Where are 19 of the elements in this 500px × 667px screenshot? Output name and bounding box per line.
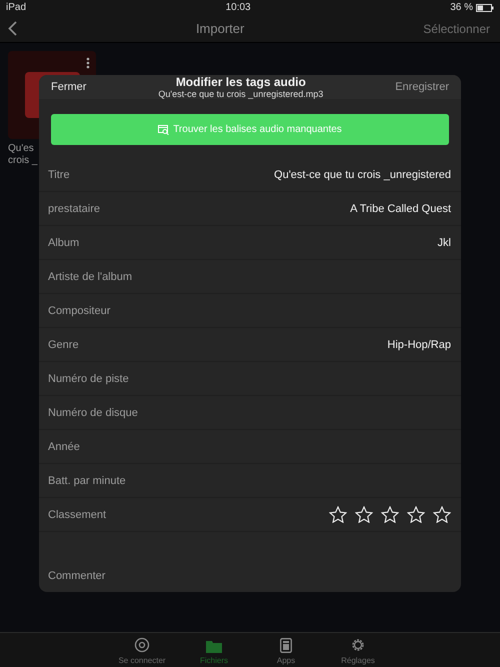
device-name: iPad [6, 2, 26, 13]
field-label: Album [48, 236, 80, 248]
file-name: Qu'est-ce que tu crois _unregistered.mp3 [158, 89, 324, 99]
field-label: Artiste de l'album [48, 270, 132, 282]
field-label: Titre [48, 168, 70, 180]
field-label: Commenter [48, 570, 106, 582]
file-name: Qu'es crois _ [8, 143, 38, 167]
screen-title: Importer [194, 21, 246, 36]
field-label: Classement [48, 508, 106, 520]
clock: 10:03 [226, 2, 251, 13]
field-label: Année [48, 440, 80, 452]
battery-percent: 36 % [450, 2, 473, 13]
field-label: Compositeur [48, 304, 110, 316]
field-label: Batt. par minute [48, 474, 126, 486]
field-label: Numéro de disque [48, 406, 138, 418]
field-label: Numéro de piste [48, 372, 129, 384]
field-label: Genre [48, 338, 79, 350]
dialog-title: Modifier les tags audio [176, 75, 306, 89]
field-label: prestataire [48, 202, 100, 214]
